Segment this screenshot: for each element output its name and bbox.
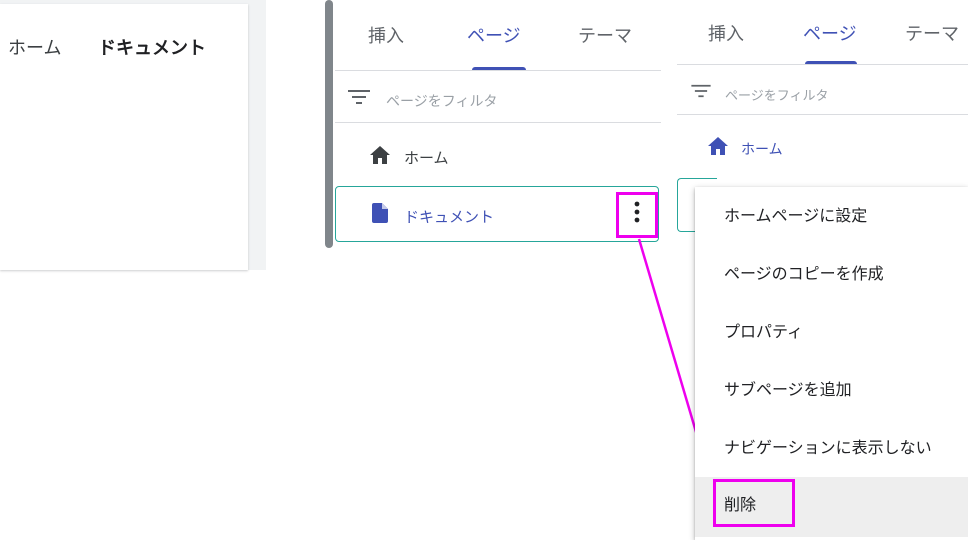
page-item-home[interactable]: ホーム <box>741 139 783 159</box>
menu-item-properties[interactable]: プロパティ <box>695 303 968 361</box>
tab-pages[interactable]: ページ <box>803 20 857 46</box>
highlight-delete-item <box>713 479 795 527</box>
tab-themes[interactable]: テーマ <box>905 20 959 46</box>
menu-item-add-subpage[interactable]: サブページを追加 <box>695 361 968 419</box>
menu-item-set-homepage[interactable]: ホームページに設定 <box>695 187 968 245</box>
tabs-divider <box>677 64 968 65</box>
menu-item-hide-from-navigation[interactable]: ナビゲーションに表示しない <box>695 419 968 477</box>
filter-icon <box>691 84 711 98</box>
page-filter-input[interactable]: ページをフィルタ <box>725 85 828 104</box>
home-icon <box>708 137 728 155</box>
filter-divider <box>677 114 968 115</box>
tab-insert[interactable]: 挿入 <box>708 20 744 46</box>
menu-item-duplicate-page[interactable]: ページのコピーを作成 <box>695 245 968 303</box>
